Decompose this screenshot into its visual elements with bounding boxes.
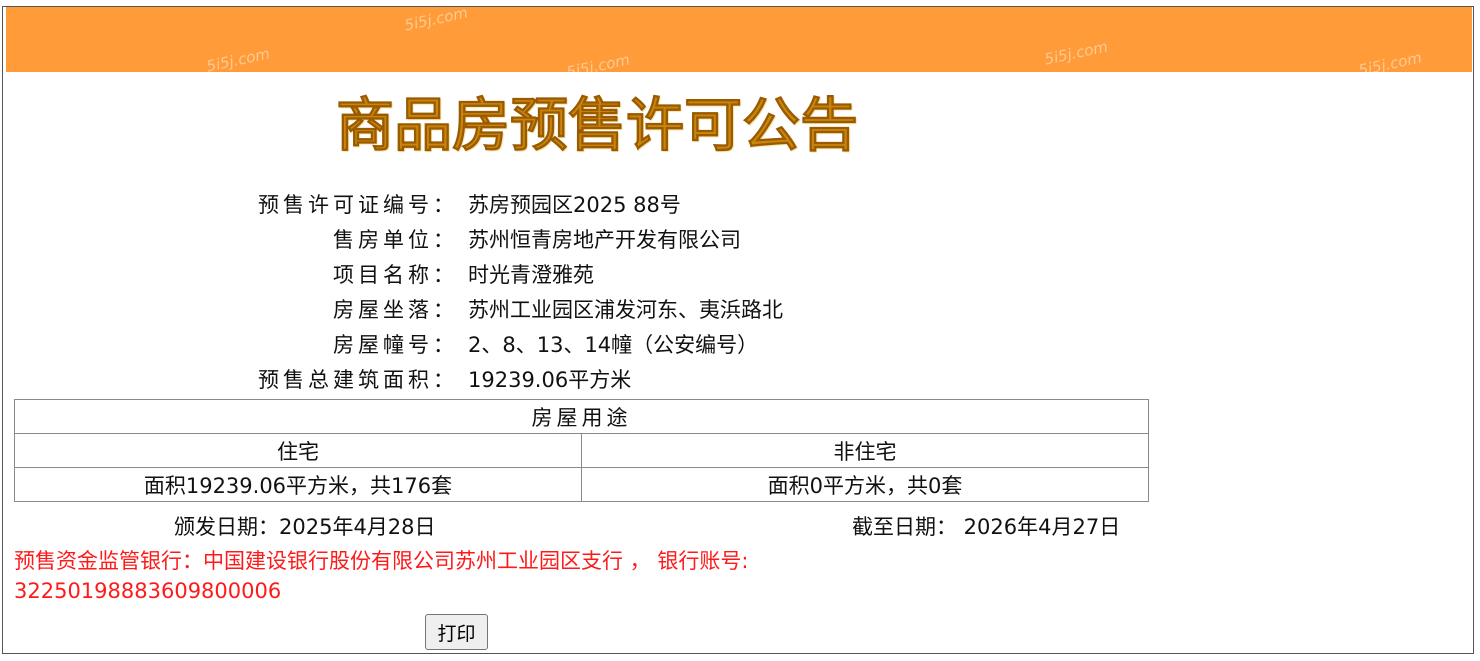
location-value: 苏州工业园区浦发河东、夷浜路北 [468,298,783,322]
table-row: 住宅 非住宅 [14,433,1149,468]
buildings-row: 房屋幢号： 2、8、13、14幢（公安编号） [0,328,1200,363]
permit-number-value: 苏房预园区2025 88号 [468,193,681,217]
issue-date: 颁发日期：2025年4月28日 [174,515,436,539]
table-row: 房屋用途 [14,399,1149,434]
buildings-value: 2、8、13、14幢（公安编号） [468,333,759,357]
total-area-value: 19239.06平方米 [468,368,632,392]
print-button[interactable]: 打印 [425,614,488,650]
seller-value: 苏州恒青房地产开发有限公司 [468,228,741,252]
watermark: 5i5j.com [564,50,632,82]
total-area-label: 预售总建筑面积： [258,368,458,392]
watermark: 5i5j.com [402,3,470,35]
bank-account: 32250198883609800006 [14,579,282,603]
watermark: 5i5j.com [1356,48,1424,80]
permit-number-label: 预售许可证编号： [258,193,458,217]
supervision-bank: 预售资金监管银行：中国建设银行股份有限公司苏州工业园区支行 ， 银行账号: 32… [14,546,894,606]
residential-value: 面积19239.06平方米，共176套 [14,467,582,502]
non-residential-header: 非住宅 [581,433,1149,468]
total-area-row: 预售总建筑面积： 19239.06平方米 [0,363,1200,398]
seller-label: 售房单位： [333,228,458,252]
residential-header: 住宅 [14,433,582,468]
buildings-label: 房屋幢号： [333,333,458,357]
permit-number-row: 预售许可证编号： 苏房预园区2025 88号 [0,188,1200,223]
non-residential-value: 面积0平方米，共0套 [581,467,1149,502]
usage-heading: 房屋用途 [14,399,1149,434]
seller-row: 售房单位： 苏州恒青房地产开发有限公司 [0,223,1200,258]
project-value: 时光青澄雅苑 [468,263,594,287]
table-row: 面积19239.06平方米，共176套 面积0平方米，共0套 [14,467,1149,502]
location-label: 房屋坐落： [333,298,458,322]
watermark: 5i5j.com [1042,37,1110,69]
header-bar: 5i5j.com 5i5j.com 5i5j.com 5i5j.com 5i5j… [6,3,1472,81]
bank-text: 预售资金监管银行：中国建设银行股份有限公司苏州工业园区支行 ， 银行账号: [14,549,749,573]
permit-info: 预售许可证编号： 苏房预园区2025 88号 售房单位： 苏州恒青房地产开发有限… [0,188,1200,398]
project-label: 项目名称： [333,263,458,287]
watermark: 5i5j.com [204,44,272,76]
location-row: 房屋坐落： 苏州工业园区浦发河东、夷浜路北 [0,293,1200,328]
expire-date: 截至日期： 2026年4月27日 [852,515,1121,539]
usage-table: 房屋用途 住宅 非住宅 面积19239.06平方米，共176套 面积0平方米，共… [14,399,1149,502]
project-row: 项目名称： 时光青澄雅苑 [0,258,1200,293]
page-title: 商品房预售许可公告 [336,91,859,160]
